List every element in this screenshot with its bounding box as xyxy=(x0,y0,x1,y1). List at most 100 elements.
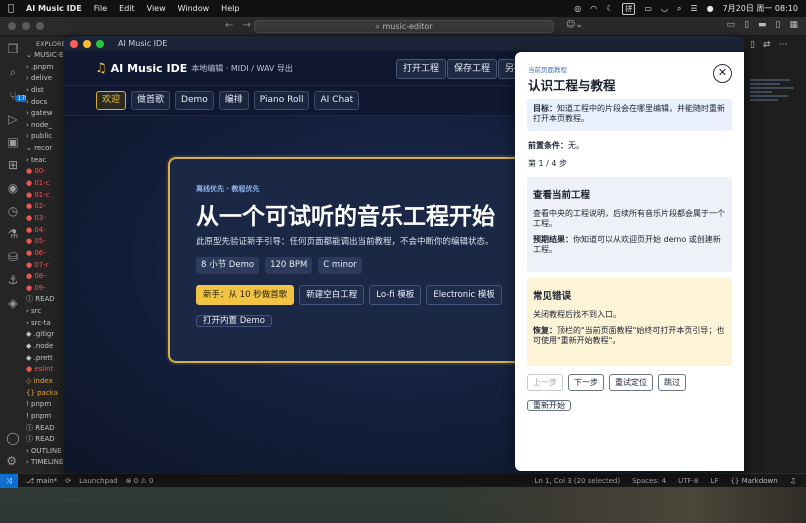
close-drawer-button[interactable]: ✕ xyxy=(713,64,732,83)
explorer-row[interactable]: ● 00- xyxy=(26,166,64,178)
explorer-row[interactable]: ● eslint xyxy=(26,364,64,376)
explorer-row[interactable]: ● 03- xyxy=(26,213,64,225)
explorer-row[interactable]: ● 01-c xyxy=(26,178,64,190)
explorer-row[interactable]: ● 06- xyxy=(26,248,64,260)
copilot-icon[interactable]: ☺⌄ xyxy=(566,20,583,30)
menubar-app-name[interactable]: AI Music IDE xyxy=(26,4,82,13)
account-icon[interactable]: ◯ xyxy=(6,431,19,445)
lofi-template-button[interactable]: Lo-fi 模板 xyxy=(369,285,422,305)
toggle-bottom-panel-icon[interactable]: ▬ xyxy=(758,20,767,30)
explorer-row[interactable]: ⓘ READ xyxy=(26,423,64,435)
explorer-row[interactable]: › .pnpm xyxy=(26,62,64,74)
apple-menu-icon[interactable]:  xyxy=(8,3,14,14)
explorer-row[interactable]: ⌄ recor xyxy=(26,143,64,155)
status-encoding[interactable]: UTF-8 xyxy=(678,477,698,485)
status-eol[interactable]: LF xyxy=(711,477,719,485)
tab-arrange[interactable]: 编排 xyxy=(218,91,249,110)
menu-window[interactable]: Window xyxy=(178,4,210,13)
command-center-search[interactable]: ⌕ music-editor xyxy=(254,20,554,33)
explorer-row[interactable]: › src xyxy=(26,306,64,318)
explorer-row[interactable]: › dist xyxy=(26,85,64,97)
git-graph-icon[interactable]: ◉ xyxy=(8,181,18,195)
menu-view[interactable]: View xyxy=(147,4,166,13)
split-editor-icon[interactable]: ▯ xyxy=(750,40,755,68)
source-control-icon[interactable]: ⑂ 178 xyxy=(9,89,31,103)
app-minimize-button[interactable] xyxy=(83,39,91,48)
siri-icon[interactable]: ● xyxy=(707,4,714,13)
tab-welcome[interactable]: 欢迎 xyxy=(96,91,127,110)
explorer-row[interactable]: › delive xyxy=(26,73,64,85)
explorer-row[interactable]: ● 09- xyxy=(26,283,64,295)
restart-tutorial-button[interactable]: 重新开始 xyxy=(527,400,571,411)
moon-icon[interactable]: ☾ xyxy=(606,4,613,13)
explorer-row[interactable]: ! pnpm xyxy=(26,411,64,423)
app-zoom-button[interactable] xyxy=(96,39,104,48)
tab-ai-chat[interactable]: AI Chat xyxy=(314,91,360,110)
timeline-icon[interactable]: ◷ xyxy=(8,204,18,218)
explorer-row[interactable]: {} packa xyxy=(26,388,64,400)
explorer-row[interactable]: ◆ .gitigr xyxy=(26,329,64,341)
compare-icon[interactable]: ⇄ xyxy=(763,40,771,68)
explorer-row[interactable]: ! pnpm xyxy=(26,399,64,411)
status-cursor[interactable]: Ln 1, Col 3 (20 selected) xyxy=(534,477,620,485)
tab-make-song[interactable]: 做首歌 xyxy=(131,91,171,110)
wifi-icon[interactable]: ◡ xyxy=(661,4,668,13)
toggle-panel-icon[interactable]: ▭ xyxy=(727,20,736,30)
tab-piano-roll[interactable]: Piano Roll xyxy=(253,91,310,110)
quick-song-button[interactable]: 新手：从 10 秒做首歌 xyxy=(196,285,295,305)
menubar-datetime[interactable]: 7月20日 周一 08:10 xyxy=(723,3,798,14)
vpn-icon[interactable]: ◎ xyxy=(574,4,581,13)
database-icon[interactable]: ⛁ xyxy=(8,250,18,264)
explorer-row[interactable]: ● 08- xyxy=(26,271,64,283)
toggle-secondary-sidebar-icon[interactable]: ▯ xyxy=(776,20,781,30)
control-center-icon[interactable]: ☰ xyxy=(690,4,697,13)
spotlight-search-icon[interactable]: ⌕ xyxy=(677,4,681,14)
battery-icon[interactable]: ▭ xyxy=(644,4,652,13)
tab-demo[interactable]: Demo xyxy=(175,91,214,110)
explorer-row[interactable]: › public xyxy=(26,131,64,143)
explorer-row[interactable]: ● 07-r xyxy=(26,260,64,272)
testing-icon[interactable]: ⚗ xyxy=(8,227,19,241)
explorer-row[interactable]: ◆ .prett xyxy=(26,353,64,365)
headphones-icon[interactable]: ◠ xyxy=(590,4,597,13)
status-language[interactable]: {} Markdown xyxy=(730,477,777,485)
explorer-row[interactable]: › teac xyxy=(26,155,64,167)
menu-file[interactable]: File xyxy=(94,4,107,13)
python-icon[interactable]: ◈ xyxy=(8,296,17,310)
app-close-button[interactable] xyxy=(70,39,78,48)
notifications-bell-icon[interactable]: ♫ xyxy=(790,477,796,485)
minimap[interactable] xyxy=(744,77,806,477)
retry-locate-button[interactable]: 重试定位 xyxy=(609,374,653,391)
back-arrow-icon[interactable]: ← xyxy=(225,20,242,31)
menu-help[interactable]: Help xyxy=(221,4,239,13)
explorer-row[interactable]: ● 04- xyxy=(26,225,64,237)
explorer-row[interactable]: › node_ xyxy=(26,120,64,132)
zoom-window-button[interactable] xyxy=(36,22,44,30)
skip-button[interactable]: 跳过 xyxy=(658,374,686,391)
electronic-template-button[interactable]: Electronic 模板 xyxy=(426,285,502,305)
explorer-row[interactable]: › OUTLINE xyxy=(26,446,64,458)
toggle-sidebar-icon[interactable]: ▯ xyxy=(744,20,749,30)
status-sync-icon[interactable]: ⟳ xyxy=(65,477,71,485)
search-icon[interactable]: ⌕ xyxy=(10,65,17,80)
explorer-row[interactable]: ⓘ READ xyxy=(26,294,64,306)
open-builtin-demo-button[interactable]: 打开内置 Demo xyxy=(196,315,272,327)
input-method-icon[interactable]: 拼 xyxy=(622,2,636,15)
explorer-row[interactable]: › TIMELINE xyxy=(26,457,64,469)
menu-edit[interactable]: Edit xyxy=(119,4,135,13)
next-step-button[interactable]: 下一步 xyxy=(568,374,604,391)
explorer-icon[interactable]: ❐ xyxy=(8,42,19,56)
status-branch[interactable]: ⎇ main* xyxy=(26,477,57,485)
customize-layout-icon[interactable]: ▦ xyxy=(789,20,798,30)
explorer-row[interactable]: › src-ta xyxy=(26,318,64,330)
save-project-button[interactable]: 保存工程 xyxy=(447,59,498,79)
explorer-row[interactable]: ⌄ MUSIC-E xyxy=(26,50,64,62)
docker-icon[interactable]: ⚓ xyxy=(8,273,19,287)
explorer-row[interactable]: ◇ index xyxy=(26,376,64,388)
manage-gear-icon[interactable]: ⚙ xyxy=(6,454,19,468)
minimize-window-button[interactable] xyxy=(22,22,30,30)
close-window-button[interactable] xyxy=(8,22,16,30)
remote-indicator-icon[interactable]: ⤨ xyxy=(0,473,18,488)
status-problems[interactable]: ⊗ 0 ⚠ 0 xyxy=(126,477,154,485)
explorer-row[interactable]: ● 05- xyxy=(26,236,64,248)
